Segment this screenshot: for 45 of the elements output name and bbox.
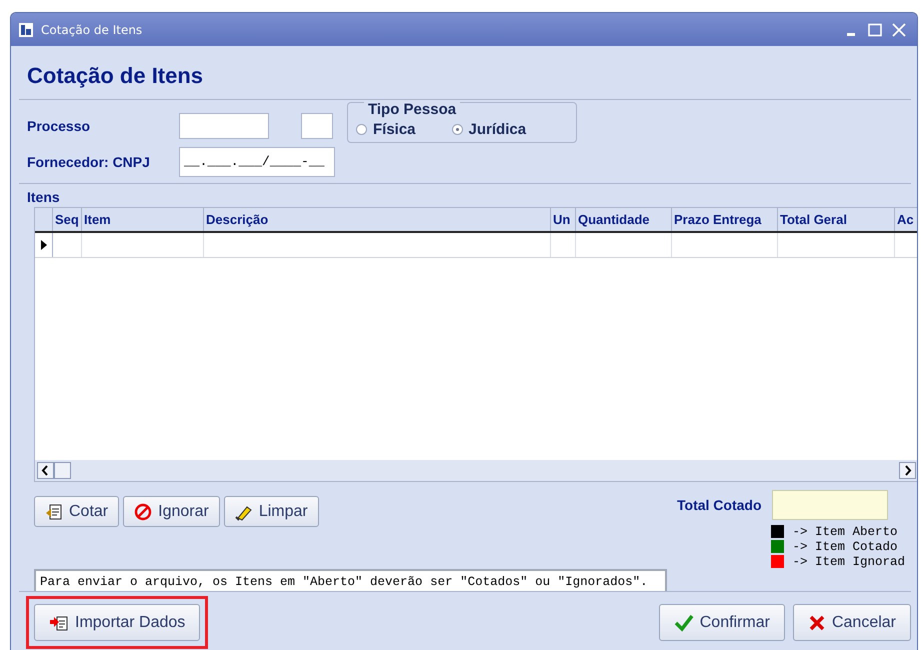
- total-label: Total Cotado: [677, 497, 762, 513]
- group-legend: Tipo Pessoa: [364, 101, 460, 118]
- import-icon: [49, 614, 69, 632]
- maximize-icon[interactable]: [867, 22, 883, 36]
- column-header[interactable]: Descrição: [204, 208, 551, 231]
- app-icon: [19, 22, 33, 36]
- column-header[interactable]: Un: [551, 208, 576, 231]
- confirm-button[interactable]: Confirmar: [658, 604, 785, 641]
- scroll-left-icon[interactable]: [37, 462, 54, 479]
- legend-label: -> Item Aberto: [792, 524, 898, 538]
- cnpj-field[interactable]: __.___.___/____-__: [179, 147, 335, 177]
- scroll-right-icon[interactable]: [899, 462, 916, 479]
- window-title: Cotação de Itens: [41, 22, 142, 36]
- cnpj-label: Fornecedor: CNPJ: [27, 154, 151, 170]
- current-row-icon: [40, 239, 48, 251]
- processo-field[interactable]: [179, 112, 269, 138]
- column-header[interactable]: Quantidade: [576, 208, 672, 231]
- column-header[interactable]: Prazo Entrega: [672, 208, 778, 231]
- scrollbar-thumb[interactable]: [54, 462, 71, 479]
- import-button[interactable]: Importar Dados: [34, 604, 200, 641]
- column-header[interactable]: Total Geral: [778, 208, 895, 231]
- radio-button[interactable]: [356, 124, 367, 135]
- action-button[interactable]: Limpar: [224, 496, 319, 527]
- legend-label: -> Item Ignorad: [792, 554, 905, 568]
- processo-label: Processo: [27, 118, 92, 134]
- action-button[interactable]: Ignorar: [123, 496, 220, 527]
- horizontal-scrollbar[interactable]: [35, 460, 917, 481]
- cross-icon: [808, 614, 826, 632]
- items-label: Itens: [27, 189, 61, 205]
- column-header[interactable]: Ac: [895, 208, 917, 231]
- processo-code-field[interactable]: [301, 112, 333, 138]
- radio-label[interactable]: Jurídica: [468, 121, 526, 138]
- column-header[interactable]: Item: [82, 208, 204, 231]
- info-message: Para enviar o arquivo, os Itens em "Aberto" deverão ser "Cotados" ou "Ignorados".: [34, 569, 667, 591]
- legend-label: -> Item Cotado: [792, 540, 898, 554]
- radio-label[interactable]: Física: [373, 121, 416, 138]
- document-icon: [45, 502, 63, 520]
- form-heading: Cotação de Itens: [19, 46, 911, 100]
- checkmark-icon: [674, 614, 694, 632]
- cancel-button[interactable]: Cancelar: [792, 604, 911, 641]
- action-button[interactable]: Cotar: [34, 496, 120, 527]
- prohibited-icon: [134, 502, 152, 520]
- close-icon[interactable]: [891, 22, 907, 36]
- radio-button[interactable]: [452, 124, 463, 135]
- column-header[interactable]: Seq: [53, 208, 82, 231]
